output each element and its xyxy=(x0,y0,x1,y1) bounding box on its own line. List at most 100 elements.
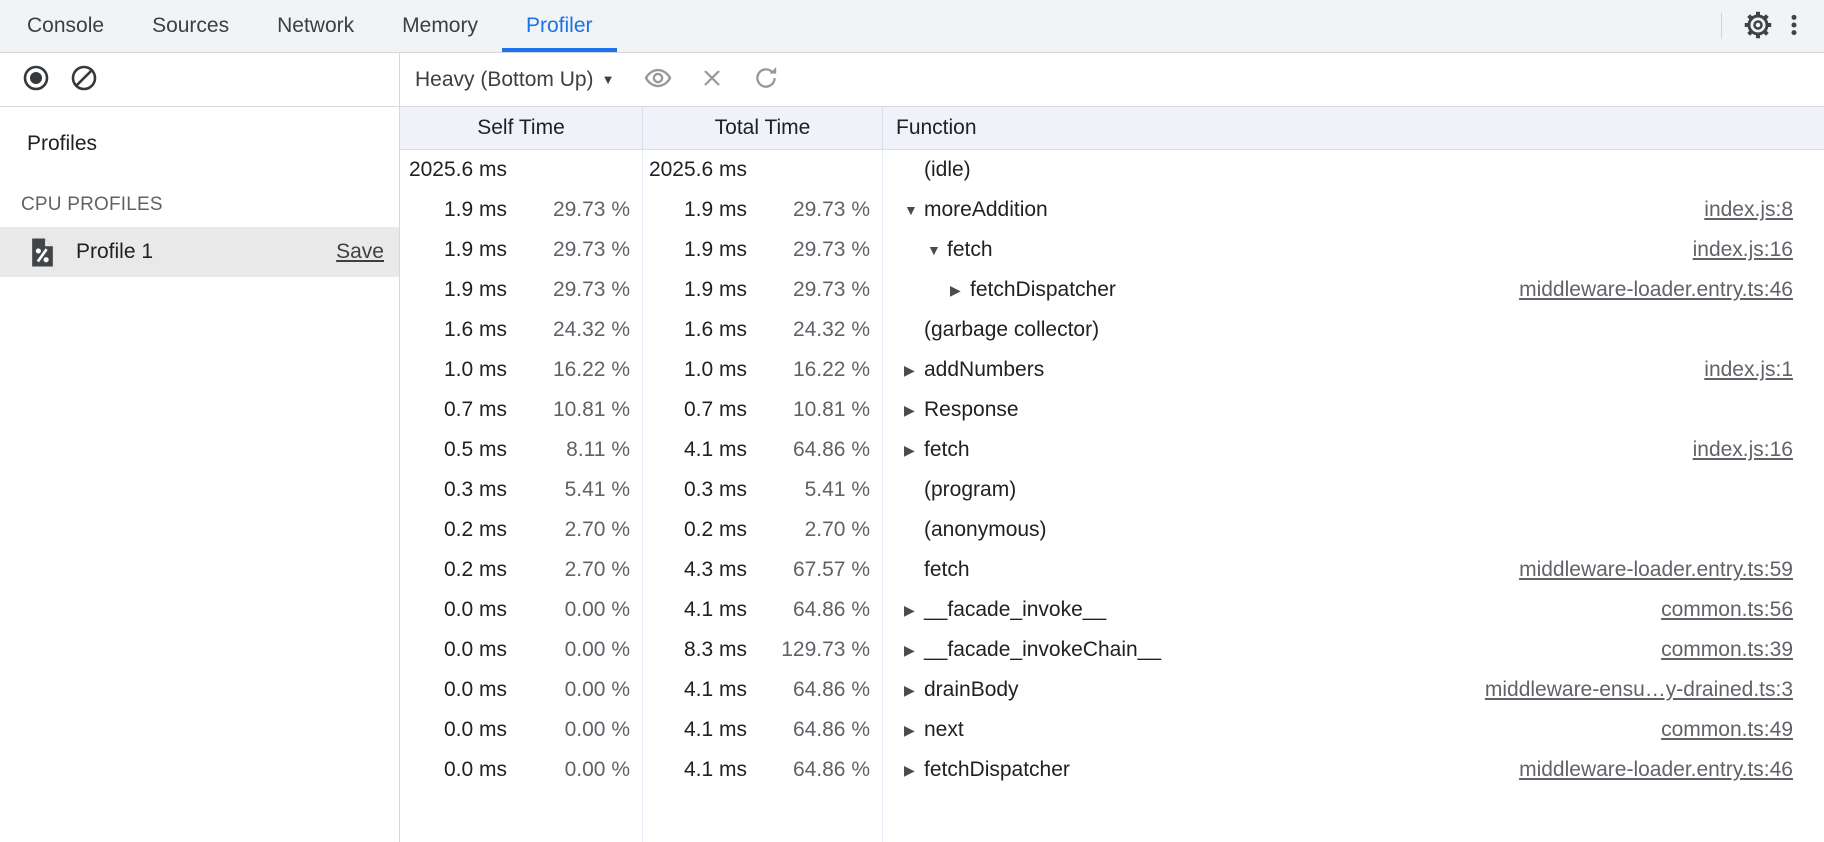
column-header-self-time[interactable]: Self Time xyxy=(400,107,643,149)
total-time-ms: 1.0 ms xyxy=(642,358,747,382)
eye-icon xyxy=(643,63,673,96)
save-profile-link[interactable]: Save xyxy=(336,240,384,264)
tab-profiler[interactable]: Profiler xyxy=(502,0,617,52)
profile-table-row[interactable]: 1.9 ms29.73 %1.9 ms29.73 %▶fetchDispatch… xyxy=(400,270,1824,310)
record-icon xyxy=(22,64,50,95)
self-time-cell: 0.5 ms8.11 % xyxy=(400,430,642,470)
total-time-cell: 8.3 ms129.73 % xyxy=(642,630,882,670)
function-cell: fetchmiddleware-loader.entry.ts:59 xyxy=(882,550,1824,590)
source-link[interactable]: index.js:1 xyxy=(1704,358,1824,382)
record-button[interactable] xyxy=(18,62,54,98)
self-time-pct: 2.70 % xyxy=(507,558,642,582)
function-cell: (program) xyxy=(882,470,1824,510)
total-time-cell: 1.9 ms29.73 % xyxy=(642,270,882,310)
view-mode-dropdown[interactable]: Heavy (Bottom Up) ▼ xyxy=(415,68,614,92)
tab-sources[interactable]: Sources xyxy=(128,0,253,52)
function-cell: ▶fetchDispatcher middleware-loader.entry.… xyxy=(882,750,1824,790)
total-time-pct: 129.73 % xyxy=(747,638,882,662)
function-name: Response xyxy=(924,398,1019,422)
column-header-function[interactable]: Function xyxy=(883,107,1824,149)
profile-table-row[interactable]: 0.5 ms8.11 %4.1 ms64.86 %▶fetchindex.js:… xyxy=(400,430,1824,470)
profiles-sidebar: Profiles CPU PROFILES Profile 1 Save xyxy=(0,53,400,842)
tabbar-actions xyxy=(1721,0,1824,52)
profile-table-row[interactable]: 1.9 ms29.73 %1.9 ms29.73 %▼moreAdditioni… xyxy=(400,190,1824,230)
profile-table-row[interactable]: 0.2 ms2.70 %4.3 ms67.57 %fetchmiddleware… xyxy=(400,550,1824,590)
profile-table-row[interactable]: 0.0 ms0.00 %4.1 ms64.86 %▶nextcommon.ts:… xyxy=(400,710,1824,750)
self-time-cell: 0.3 ms5.41 % xyxy=(400,470,642,510)
tab-network[interactable]: Network xyxy=(253,0,378,52)
total-time-ms: 4.1 ms xyxy=(642,598,747,622)
total-time-ms: 4.1 ms xyxy=(642,438,747,462)
source-link[interactable]: middleware-loader.entry.ts:46 xyxy=(1519,758,1824,782)
source-link[interactable]: common.ts:39 xyxy=(1661,638,1824,662)
profile-table-row[interactable]: 0.0 ms0.00 %4.1 ms64.86 %▶drainBodymiddl… xyxy=(400,670,1824,710)
expand-arrow-icon[interactable]: ▶ xyxy=(904,443,924,457)
total-time-ms: 1.9 ms xyxy=(642,198,747,222)
profile-table-row[interactable]: 0.3 ms5.41 %0.3 ms5.41 %(program) xyxy=(400,470,1824,510)
expand-arrow-icon[interactable]: ▶ xyxy=(950,283,970,297)
profile-table-row[interactable]: 0.0 ms0.00 %4.1 ms64.86 %▶fetchDispatche… xyxy=(400,750,1824,790)
source-link[interactable]: index.js:16 xyxy=(1693,238,1824,262)
profile-table-row[interactable]: 1.0 ms16.22 %1.0 ms16.22 %▶addNumbersind… xyxy=(400,350,1824,390)
self-time-pct: 0.00 % xyxy=(507,678,642,702)
delete-profile-button[interactable] xyxy=(694,62,730,98)
more-menu-button[interactable] xyxy=(1776,8,1812,44)
self-time-pct: 0.00 % xyxy=(507,638,642,662)
self-time-cell: 0.0 ms0.00 % xyxy=(400,590,642,630)
column-header-total-time[interactable]: Total Time xyxy=(643,107,883,149)
total-time-ms: 1.6 ms xyxy=(642,318,747,342)
self-time-cell: 1.9 ms29.73 % xyxy=(400,230,642,270)
collapse-arrow-icon[interactable]: ▼ xyxy=(904,203,924,217)
self-time-ms: 0.0 ms xyxy=(400,638,507,662)
focus-selected-button[interactable] xyxy=(640,62,676,98)
expand-arrow-icon[interactable]: ▶ xyxy=(904,683,924,697)
total-time-ms: 4.1 ms xyxy=(642,718,747,742)
collapse-arrow-icon[interactable]: ▼ xyxy=(927,243,947,257)
devtools-window: Console Sources Network Memory Profiler xyxy=(0,0,1824,842)
settings-button[interactable] xyxy=(1740,8,1776,44)
function-cell: ▶__facade_invoke__ common.ts:56 xyxy=(882,590,1824,630)
tab-console[interactable]: Console xyxy=(3,0,128,52)
source-link[interactable]: common.ts:56 xyxy=(1661,598,1824,622)
tab-memory[interactable]: Memory xyxy=(378,0,502,52)
total-time-pct: 64.86 % xyxy=(747,438,882,462)
self-time-cell: 0.0 ms0.00 % xyxy=(400,750,642,790)
function-cell: ▼fetchindex.js:16 xyxy=(882,230,1824,270)
source-link[interactable]: middleware-loader.entry.ts:59 xyxy=(1519,558,1824,582)
expand-arrow-icon[interactable]: ▶ xyxy=(904,403,924,417)
expand-arrow-icon[interactable]: ▶ xyxy=(904,763,924,777)
profile-table-row[interactable]: 1.9 ms29.73 %1.9 ms29.73 %▼fetchindex.js… xyxy=(400,230,1824,270)
function-name: fetchDispatcher xyxy=(924,758,1070,782)
expand-arrow-icon[interactable]: ▶ xyxy=(904,363,924,377)
profile-table-row[interactable]: 0.0 ms0.00 %4.1 ms64.86 %▶__facade_invok… xyxy=(400,590,1824,630)
self-time-pct: 5.41 % xyxy=(507,478,642,502)
function-cell: ▶nextcommon.ts:49 xyxy=(882,710,1824,750)
expand-arrow-icon[interactable]: ▶ xyxy=(904,643,924,657)
total-time-ms: 1.9 ms xyxy=(642,278,747,302)
profile-table-row[interactable]: 0.0 ms0.00 %8.3 ms129.73 %▶__facade_invo… xyxy=(400,630,1824,670)
function-name: __facade_invoke__ xyxy=(924,598,1106,622)
source-link[interactable]: common.ts:49 xyxy=(1661,718,1824,742)
profile-table-row[interactable]: 0.2 ms2.70 %0.2 ms2.70 %(anonymous) xyxy=(400,510,1824,550)
profile-name: Profile 1 xyxy=(76,240,153,264)
source-link[interactable]: index.js:8 xyxy=(1704,198,1824,222)
source-link[interactable]: middleware-ensu…y-drained.ts:3 xyxy=(1485,678,1824,702)
refresh-button[interactable] xyxy=(748,62,784,98)
gear-icon xyxy=(1743,10,1773,43)
profile-table-row[interactable]: 1.6 ms24.32 %1.6 ms24.32 %(garbage colle… xyxy=(400,310,1824,350)
self-time-pct: 16.22 % xyxy=(507,358,642,382)
profile-item-profile-1[interactable]: Profile 1 Save xyxy=(0,227,399,277)
function-name: (program) xyxy=(924,478,1016,502)
source-link[interactable]: middleware-loader.entry.ts:46 xyxy=(1519,278,1824,302)
total-time-cell: 1.9 ms29.73 % xyxy=(642,190,882,230)
expand-arrow-icon[interactable]: ▶ xyxy=(904,603,924,617)
profile-table-row[interactable]: 2025.6 ms2025.6 ms(idle) xyxy=(400,150,1824,190)
self-time-pct: 8.11 % xyxy=(507,438,642,462)
toolbar-divider xyxy=(1721,13,1722,39)
source-link[interactable]: index.js:16 xyxy=(1693,438,1824,462)
clear-button[interactable] xyxy=(66,62,102,98)
self-time-ms: 0.5 ms xyxy=(400,438,507,462)
profile-table-row[interactable]: 0.7 ms10.81 %0.7 ms10.81 %▶Response xyxy=(400,390,1824,430)
expand-arrow-icon[interactable]: ▶ xyxy=(904,723,924,737)
total-time-pct: 29.73 % xyxy=(747,198,882,222)
